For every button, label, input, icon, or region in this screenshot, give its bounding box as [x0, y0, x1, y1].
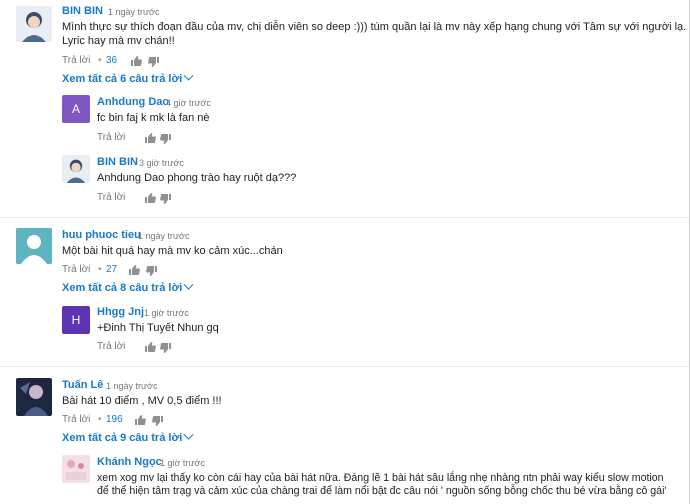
avatar-letter: H — [62, 306, 90, 334]
author-name[interactable]: BIN BIN — [62, 5, 103, 17]
comment-actions: Trả lời • 27 — [62, 264, 182, 278]
comment-text: Anhdung Dao phong trào hay ruột dạ??? — [97, 172, 297, 184]
timestamp[interactable]: 1 ngày trước — [106, 381, 157, 391]
like-count: 36 — [106, 55, 118, 66]
user-photo-icon — [16, 378, 52, 416]
separator-dot: • — [98, 55, 102, 66]
reply-button[interactable]: Trả lời — [97, 132, 125, 143]
chevron-down-icon — [183, 429, 194, 440]
thumbs-down-icon[interactable] — [160, 193, 172, 205]
reply-button[interactable]: Trả lời — [62, 264, 90, 275]
view-replies-link[interactable]: Xem tất cả 6 câu trả lời — [62, 70, 194, 85]
comment-actions: Trả lời — [97, 341, 177, 355]
thumbs-up-icon[interactable] — [144, 341, 156, 353]
comment-actions: Trả lời • 36 — [62, 55, 182, 69]
thumbs-up-icon[interactable] — [144, 132, 156, 144]
avatar[interactable]: A — [62, 95, 90, 123]
thumbs-down-icon[interactable] — [152, 415, 164, 427]
divider — [0, 366, 689, 367]
thumbs-down-icon[interactable] — [148, 56, 160, 68]
author-name[interactable]: Khánh Ngọc — [97, 456, 162, 468]
view-replies-label: Xem tất cả 6 câu trả lời — [62, 73, 183, 85]
user-photo-icon — [62, 455, 90, 483]
comment-text: Bài hát 10 điểm , MV 0,5 điểm !!! — [62, 395, 222, 407]
chevron-down-icon — [183, 279, 194, 290]
reply-button[interactable]: Trả lời — [97, 341, 125, 352]
reply-button[interactable]: Trả lời — [62, 55, 90, 66]
thumbs-down-icon[interactable] — [160, 342, 172, 354]
comment-actions: Trả lời • 196 — [62, 414, 192, 428]
separator-dot: • — [98, 264, 102, 275]
timestamp[interactable]: 1 giờ trước — [144, 308, 189, 318]
avatar[interactable] — [16, 378, 52, 416]
comment-actions: Trả lời — [97, 132, 177, 146]
thumbs-up-icon[interactable] — [144, 192, 156, 204]
avatar[interactable] — [16, 228, 52, 264]
view-replies-link[interactable]: Xem tất cả 8 câu trả lời — [62, 279, 194, 294]
comment-text-line-1: xem xog mv lại thấy ko còn cái hay của b… — [97, 472, 664, 484]
reply-button[interactable]: Trả lời — [97, 192, 125, 203]
avatar-letter: A — [62, 95, 90, 123]
separator-dot: • — [98, 414, 102, 425]
comment-text: +Đinh Thị Tuyết Nhun gq — [97, 322, 219, 334]
view-replies-link[interactable]: Xem tất cả 9 câu trả lời — [62, 429, 194, 444]
author-name[interactable]: huu phuoc tieu — [62, 229, 141, 241]
thumbs-up-icon[interactable] — [130, 55, 142, 67]
comment-text: Một bài hit quá hay mà mv ko cảm xúc...c… — [62, 245, 283, 257]
user-photo-icon — [16, 6, 52, 42]
divider — [0, 217, 689, 218]
thumbs-up-icon[interactable] — [134, 414, 146, 426]
chevron-down-icon — [183, 70, 194, 81]
comment-text: fc bin faj k mk là fan nè — [97, 112, 210, 124]
comment-text-line-1: Mình thực sự thích đoạn đầu của mv, chị … — [62, 21, 687, 33]
avatar[interactable] — [62, 155, 90, 183]
author-name[interactable]: Hhgg Jnj — [97, 306, 144, 318]
reply-button[interactable]: Trả lời — [62, 414, 90, 425]
timestamp[interactable]: 3 giờ trước — [139, 158, 184, 168]
thumbs-down-icon[interactable] — [146, 265, 158, 277]
view-replies-label: Xem tất cả 9 câu trả lời — [62, 432, 183, 444]
user-photo-icon — [62, 155, 90, 183]
comment-text-line-2: Lyric hay mà mv chán!! — [62, 35, 175, 47]
like-count: 196 — [106, 414, 123, 425]
default-avatar-icon — [16, 228, 52, 264]
avatar[interactable] — [62, 455, 90, 483]
author-name[interactable]: Tuấn Lê — [62, 379, 103, 391]
view-replies-label: Xem tất cả 8 câu trả lời — [62, 282, 183, 294]
author-name[interactable]: BIN BIN — [97, 156, 138, 168]
author-name[interactable]: Anhdung Dao — [97, 96, 169, 108]
avatar[interactable]: H — [62, 306, 90, 334]
timestamp[interactable]: 1 giờ trước — [160, 458, 205, 468]
timestamp[interactable]: 4 giờ trước — [166, 98, 211, 108]
thumbs-up-icon[interactable] — [128, 264, 140, 276]
comment-actions: Trả lời — [97, 192, 177, 206]
timestamp[interactable]: 1 ngày trước — [138, 231, 189, 241]
like-count: 27 — [106, 264, 118, 275]
comment-text-line-2: để thể hiện tâm trạg và cảm xúc của chàn… — [97, 485, 667, 497]
avatar[interactable] — [16, 6, 52, 42]
comments-section: BIN BIN 1 ngày trước Mình thực sự thích … — [0, 0, 690, 504]
thumbs-down-icon[interactable] — [160, 133, 172, 145]
timestamp[interactable]: 1 ngày trước — [108, 7, 159, 17]
